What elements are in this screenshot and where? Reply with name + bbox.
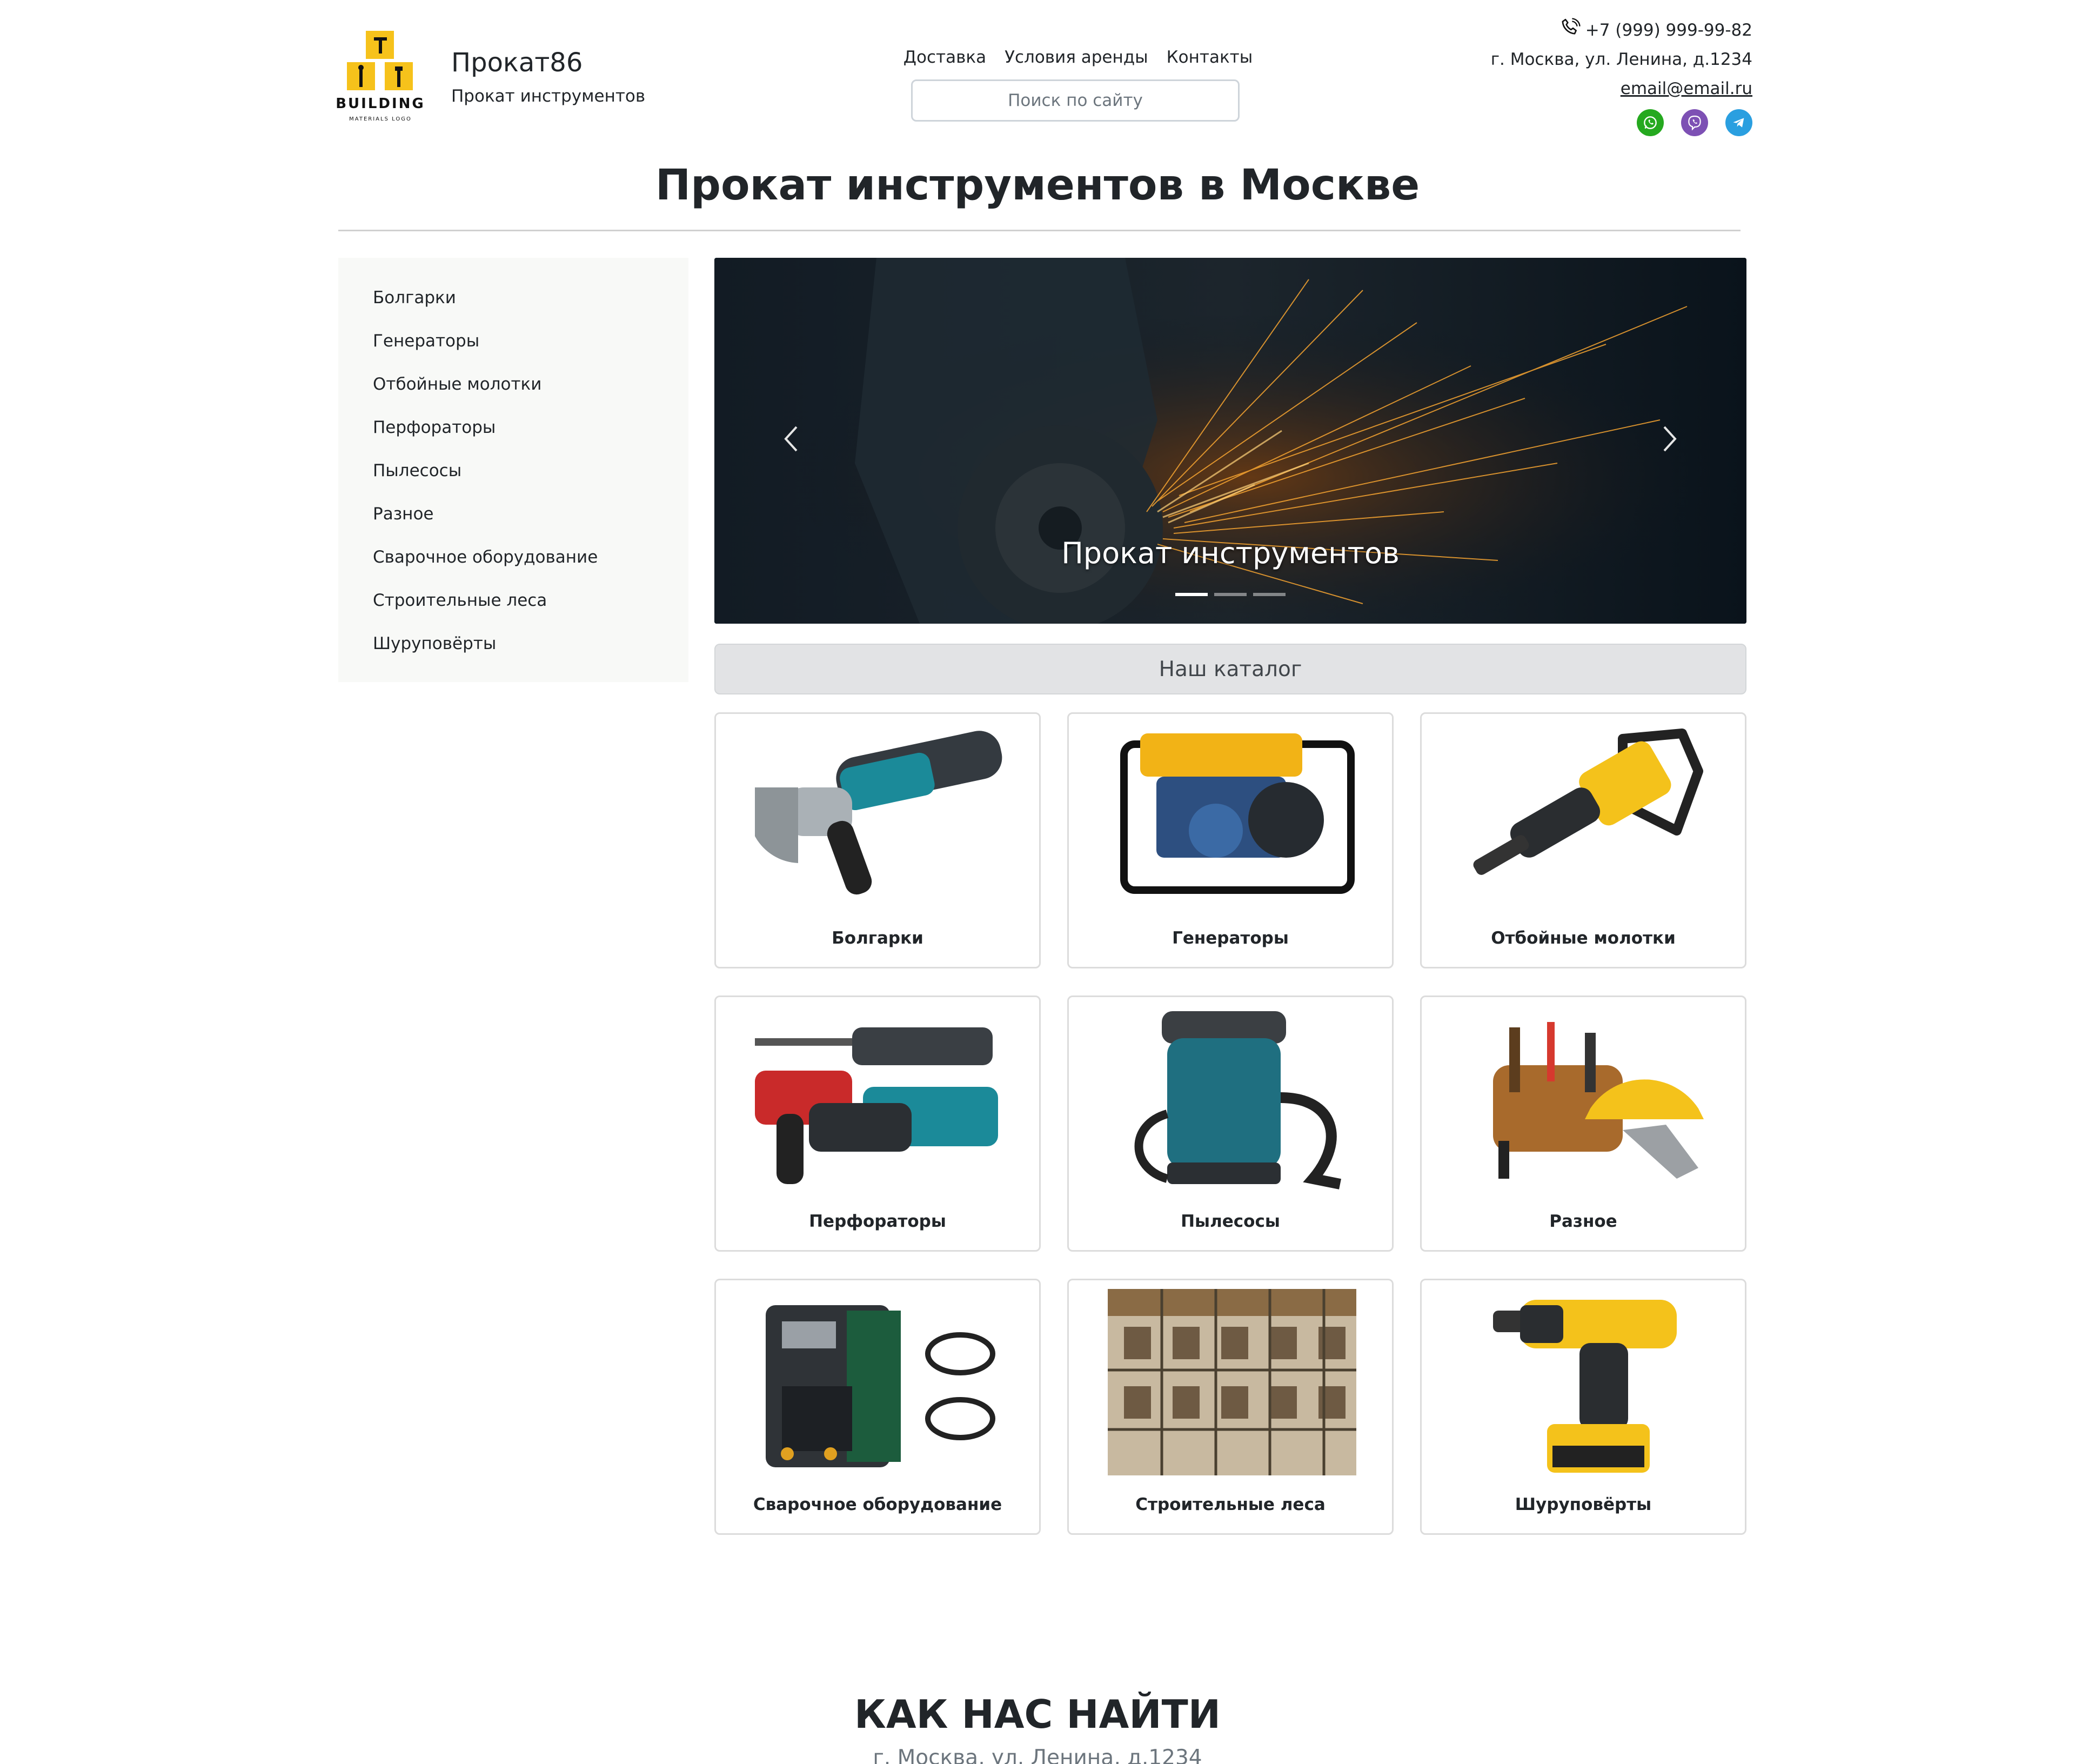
catalog-card-label: Генераторы	[1172, 928, 1289, 948]
top-navigation: Доставка Условия аренды Контакты	[903, 48, 1253, 67]
catalog-header: Наш каталог	[714, 644, 1746, 694]
catalog-card-generators[interactable]: Генераторы	[1067, 712, 1394, 968]
demolition-hammer-image	[1461, 723, 1709, 909]
vacuum-cleaner-image	[1108, 1006, 1356, 1192]
carousel-prev-button[interactable]	[775, 417, 807, 460]
catalog-card-scaffolding[interactable]: Строительные леса	[1067, 1279, 1394, 1535]
find-us-address: г. Москва, ул. Ленина, д.1234	[873, 1746, 1202, 1764]
nav-link-rental-terms[interactable]: Условия аренды	[1005, 48, 1148, 67]
sidebar-item-misc[interactable]: Разное	[338, 503, 688, 546]
catalog-card-misc[interactable]: Разное	[1420, 995, 1746, 1252]
viber-icon[interactable]	[1681, 109, 1708, 136]
sidebar-item-scaffolding[interactable]: Строительные леса	[338, 590, 688, 633]
brand-name[interactable]: Прокат86	[451, 48, 583, 78]
generator-image	[1108, 723, 1356, 909]
logo-subtext: MATERIALS LOGO	[349, 116, 412, 122]
carousel-next-button[interactable]	[1654, 417, 1686, 460]
find-us-title: КАК НАС НАЙТИ	[854, 1692, 1221, 1737]
catalog-card-label: Сварочное оборудование	[753, 1495, 1002, 1514]
carousel-caption: Прокат инструментов	[1061, 536, 1400, 570]
carousel-indicator-1[interactable]	[1175, 593, 1208, 596]
catalog-card-vacuums[interactable]: Пылесосы	[1067, 995, 1394, 1252]
whatsapp-icon[interactable]	[1637, 109, 1664, 136]
carousel-indicators	[714, 593, 1746, 596]
catalog-card-label: Пылесосы	[1181, 1212, 1280, 1231]
catalog-card-label: Разное	[1549, 1212, 1617, 1231]
category-sidebar: Болгарки Генераторы Отбойные молотки Пер…	[338, 258, 688, 682]
page-title: Прокат инструментов в Москве	[655, 161, 1420, 210]
phone-icon	[1559, 17, 1581, 43]
rotary-hammers-image	[755, 1006, 1003, 1192]
phone-link[interactable]: +7 (999) 999-99-82	[1585, 21, 1752, 40]
header-contacts: +7 (999) 999-99-82 г. Москва, ул. Ленина…	[1490, 17, 1752, 136]
site-logo[interactable]: BUILDING MATERIALS LOGO	[336, 30, 425, 127]
telegram-icon[interactable]	[1725, 109, 1752, 136]
email-link[interactable]: email@email.ru	[1621, 79, 1752, 98]
title-divider	[338, 230, 1741, 231]
chevron-right-icon	[1663, 426, 1677, 452]
sidebar-item-generators[interactable]: Генераторы	[338, 330, 688, 373]
catalog-card-label: Отбойные молотки	[1491, 928, 1676, 948]
sidebar-item-screwdrivers[interactable]: Шуруповёрты	[338, 633, 688, 676]
catalog-card-demolition-hammers[interactable]: Отбойные молотки	[1420, 712, 1746, 968]
catalog-card-label: Болгарки	[832, 928, 923, 948]
carousel-indicator-3[interactable]	[1253, 593, 1286, 596]
chevron-left-icon	[784, 426, 798, 452]
catalog-card-label: Строительные леса	[1135, 1495, 1326, 1514]
catalog-card-label: Шуруповёрты	[1515, 1495, 1652, 1514]
catalog-card-screwdrivers[interactable]: Шуруповёрты	[1420, 1279, 1746, 1535]
catalog-card-rotary-hammers[interactable]: Перфораторы	[714, 995, 1041, 1252]
sidebar-item-welding[interactable]: Сварочное оборудование	[338, 546, 688, 590]
header-address: г. Москва, ул. Ленина, д.1234	[1490, 50, 1752, 69]
hero-carousel[interactable]: Прокат инструментов	[714, 258, 1746, 624]
catalog-card-grinders[interactable]: Болгарки	[714, 712, 1041, 968]
sidebar-item-rotary-hammers[interactable]: Перфораторы	[338, 417, 688, 460]
brand-tagline: Прокат инструментов	[451, 86, 646, 106]
sidebar-item-vacuums[interactable]: Пылесосы	[338, 460, 688, 503]
welding-machine-image	[755, 1289, 1003, 1475]
scaffolding-image	[1108, 1289, 1356, 1475]
carousel-indicator-2[interactable]	[1214, 593, 1247, 596]
catalog-grid: Болгарки Генераторы Отбойные молотки Пер…	[714, 712, 1746, 1535]
catalog-card-welding[interactable]: Сварочное оборудование	[714, 1279, 1041, 1535]
nav-link-contacts[interactable]: Контакты	[1167, 48, 1253, 67]
catalog-card-label: Перфораторы	[809, 1212, 946, 1231]
angle-grinder-image	[755, 723, 1003, 909]
nav-link-delivery[interactable]: Доставка	[903, 48, 986, 67]
sidebar-item-demolition-hammers[interactable]: Отбойные молотки	[338, 373, 688, 417]
search-input[interactable]	[911, 79, 1240, 122]
logo-text: BUILDING	[336, 96, 425, 112]
sidebar-item-grinders[interactable]: Болгарки	[338, 287, 688, 330]
tool-belt-helmet-image	[1461, 1006, 1709, 1192]
drill-image	[1461, 1289, 1709, 1475]
